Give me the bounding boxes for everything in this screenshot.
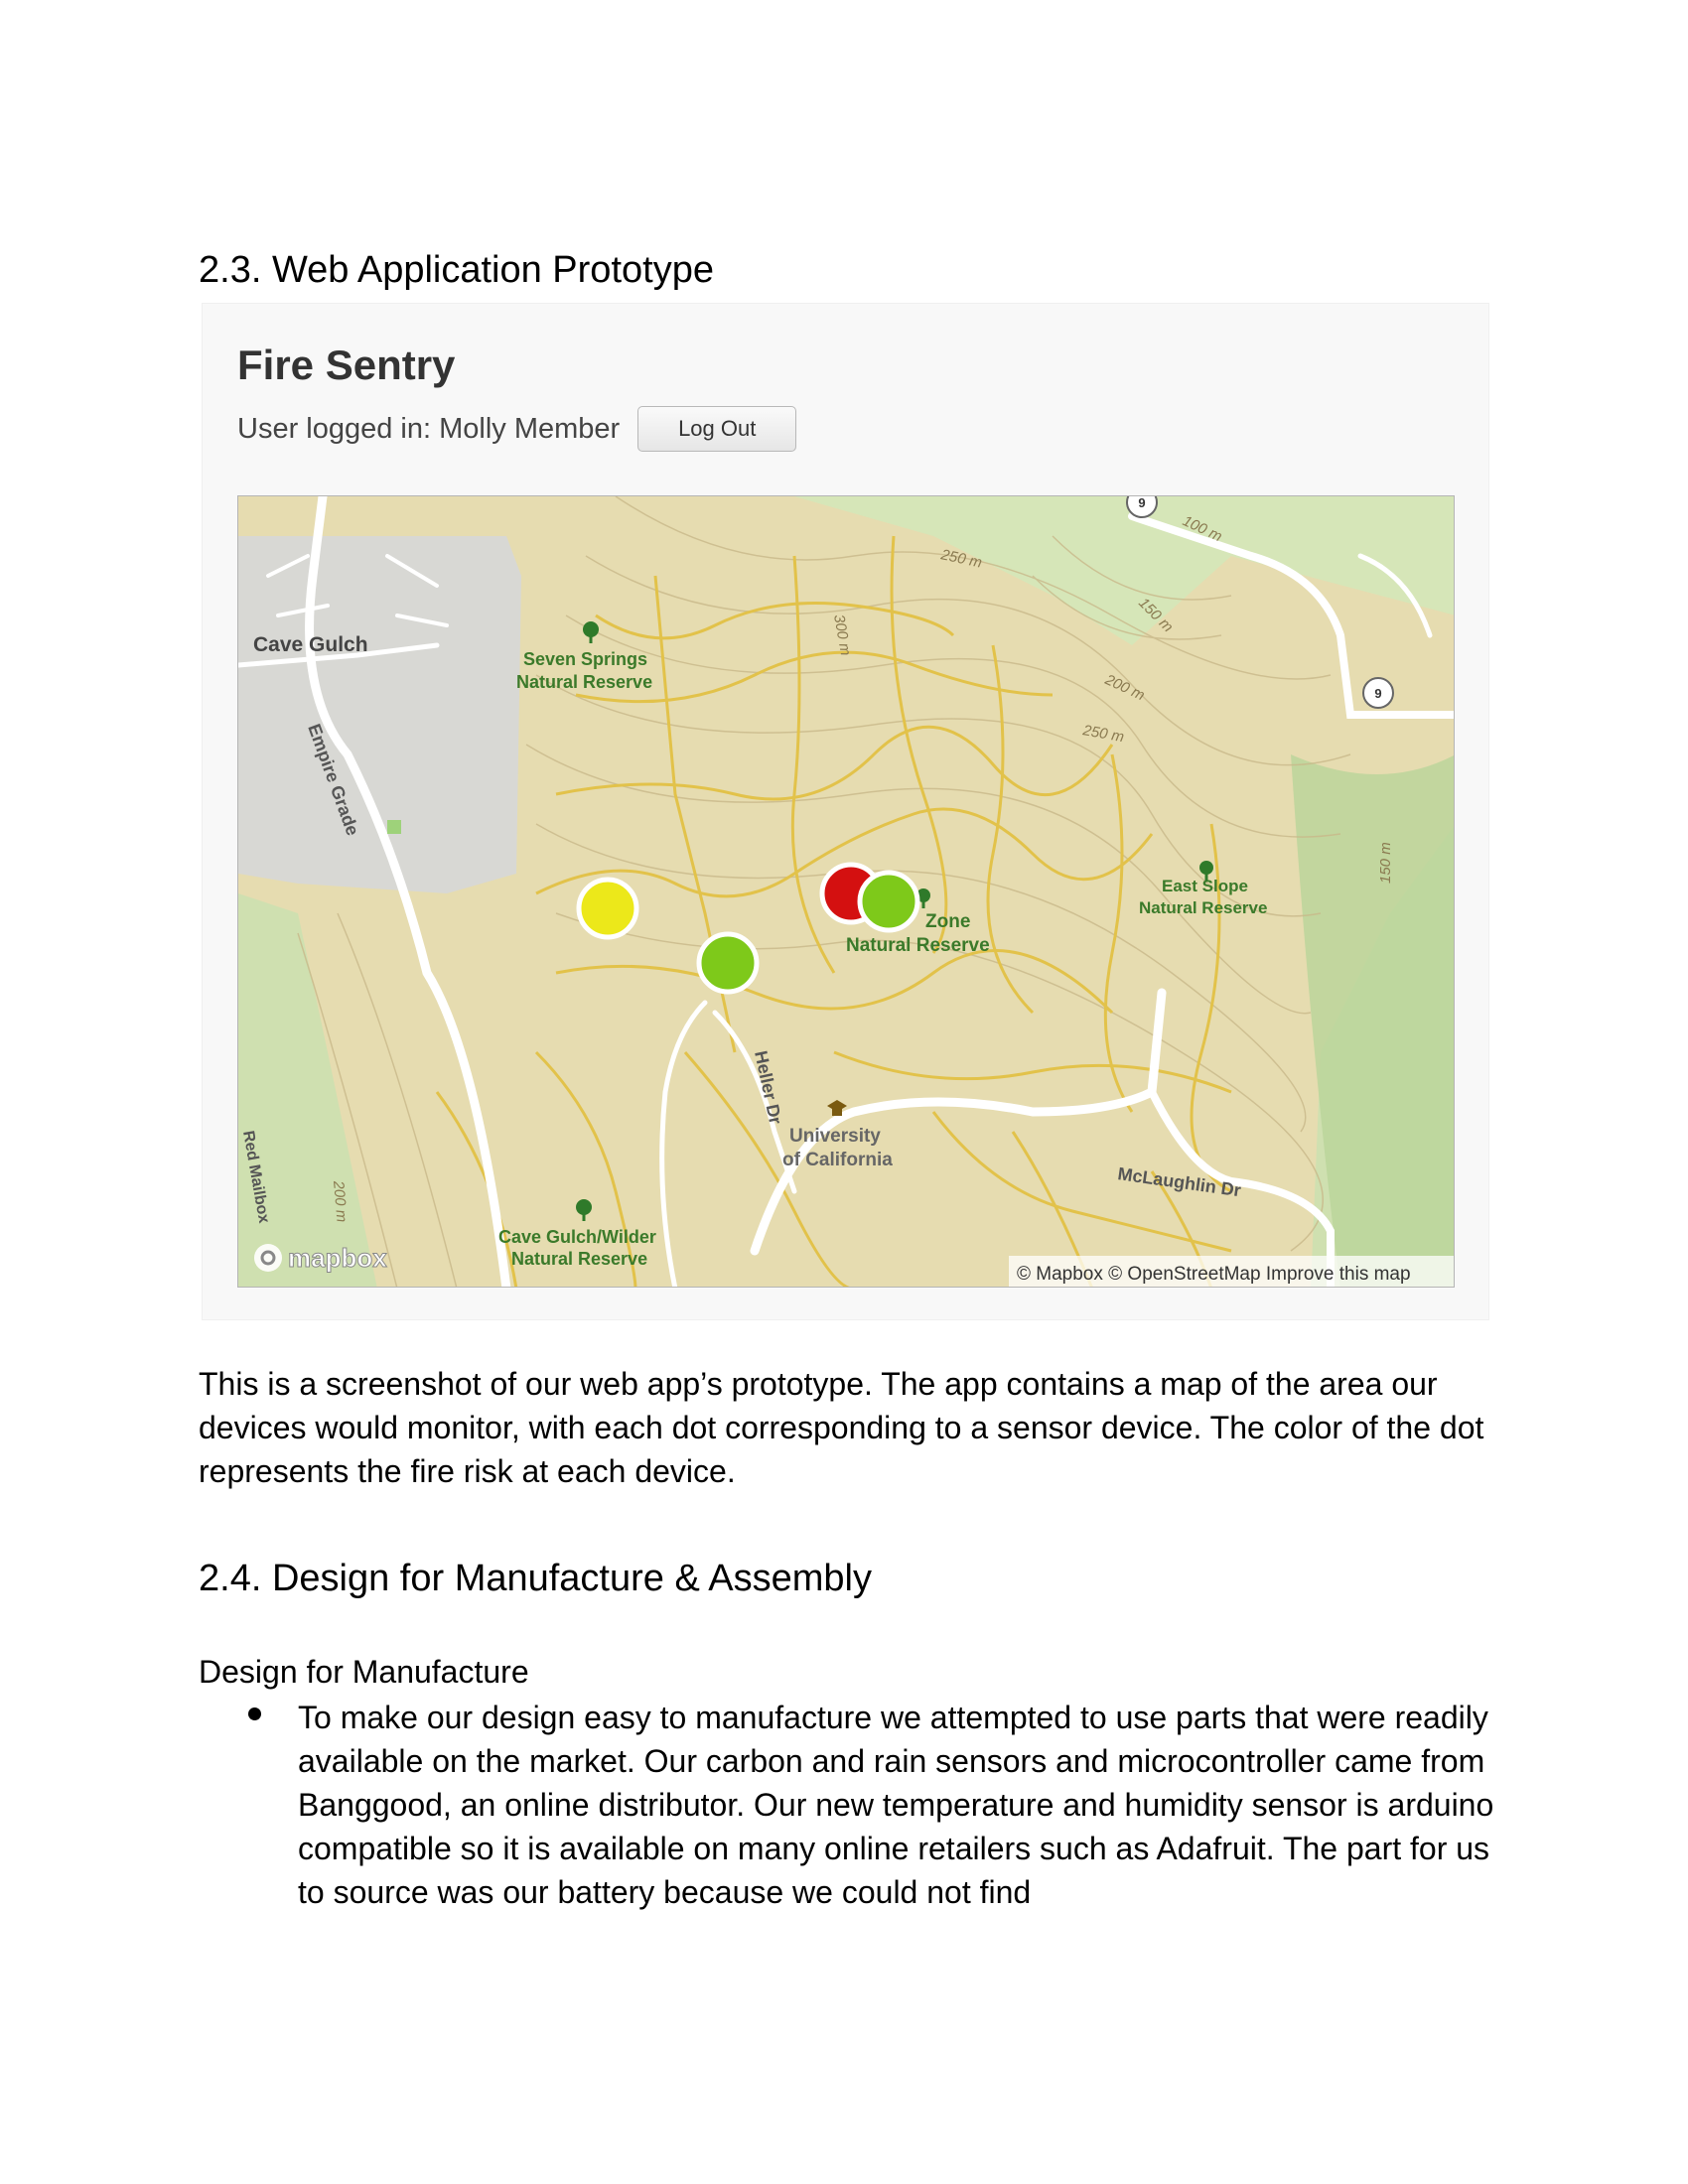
app-title: Fire Sentry <box>237 341 456 388</box>
place-ucsc-line1: University <box>789 1126 881 1147</box>
subheading-design-for-manufacture: Design for Manufacture <box>199 1654 529 1690</box>
svg-text:9: 9 <box>1374 686 1381 701</box>
place-wilder-line2: Natural Reserve <box>511 1249 647 1269</box>
place-cave-gulch: Cave Gulch <box>253 633 368 656</box>
web-app-screenshot: Fire Sentry User logged in: Molly Member… <box>202 303 1489 1320</box>
description-paragraph: This is a screenshot of our web app’s pr… <box>199 1366 1484 1489</box>
bullet-text: To make our design easy to manufacture w… <box>298 1700 1494 1910</box>
sensor-dot-medium[interactable] <box>576 877 639 940</box>
place-ucsc-line2: of California <box>782 1150 893 1170</box>
park-patch <box>387 820 401 834</box>
sensor-dot-low[interactable] <box>696 931 760 995</box>
mapbox-logo[interactable]: mapbox <box>254 1243 388 1274</box>
contour-label-150b: 150 m <box>1377 842 1394 884</box>
svg-text:mapbox: mapbox <box>288 1243 387 1273</box>
place-seven-springs-line1: Seven Springs <box>523 649 647 669</box>
place-wilder-line1: Cave Gulch/Wilder <box>498 1227 656 1247</box>
sensor-dot-low[interactable] <box>857 870 920 933</box>
bullet-icon <box>248 1707 261 1720</box>
place-zone-line1: Zone <box>925 911 970 932</box>
section-heading-web-app: 2.3. Web Application Prototype <box>199 249 714 291</box>
sensor-map[interactable]: Cave Gulch Seven Springs Natural Reserve… <box>237 495 1455 1288</box>
place-east-slope-line1: East Slope <box>1162 877 1248 895</box>
map-canvas: Cave Gulch Seven Springs Natural Reserve… <box>238 496 1455 1288</box>
logout-button[interactable]: Log Out <box>637 406 797 452</box>
user-logged-in-label: User logged in: Molly Member <box>237 412 621 445</box>
place-seven-springs-line2: Natural Reserve <box>516 672 652 692</box>
place-east-slope-line2: Natural Reserve <box>1139 898 1267 917</box>
route-9-shield-right: 9 <box>1362 677 1394 709</box>
svg-text:© Mapbox © OpenStreetMap Impro: © Mapbox © OpenStreetMap Improve this ma… <box>1017 1264 1411 1285</box>
login-row: User logged in: Molly Member Log Out <box>237 406 797 452</box>
svg-text:9: 9 <box>1138 496 1145 510</box>
section-heading-dfm: 2.4. Design for Manufacture & Assembly <box>199 1558 872 1599</box>
route-9-shield-top: 9 <box>1126 496 1158 518</box>
place-zone-line2: Natural Reserve <box>846 935 990 956</box>
developed-area <box>238 536 521 893</box>
map-attribution[interactable]: © Mapbox © OpenStreetMap Improve this ma… <box>1009 1256 1455 1288</box>
